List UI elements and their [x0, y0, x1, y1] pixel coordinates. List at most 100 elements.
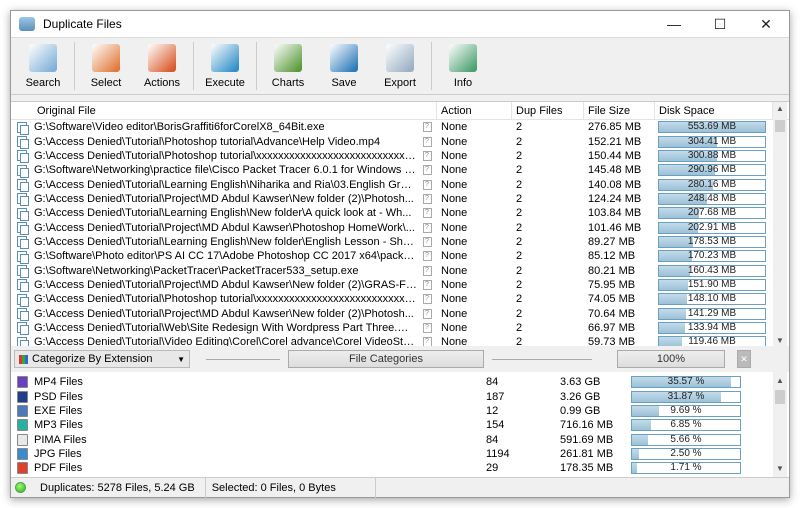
- column-action[interactable]: Action: [437, 101, 512, 120]
- table-row[interactable]: G:\Access Denied\Tutorial\Photoshop tuto…: [11, 134, 789, 150]
- action-status-icon[interactable]: ?: [422, 179, 432, 190]
- category-row[interactable]: MP3 Files 154 716.16 MB 6.85 %: [11, 418, 789, 432]
- table-row[interactable]: G:\Software\Networking\PacketTracer\Pack…: [11, 263, 789, 279]
- action[interactable]: None: [437, 265, 512, 277]
- column-original-file[interactable]: Original File: [33, 101, 437, 120]
- action-status-icon[interactable]: ?: [422, 122, 432, 133]
- action-status-icon[interactable]: ?: [422, 150, 432, 161]
- action-status-icon[interactable]: ?: [422, 236, 432, 247]
- action[interactable]: None: [437, 179, 512, 191]
- table-row[interactable]: G:\Access Denied\Tutorial\Photoshop tuto…: [11, 149, 789, 164]
- disk-space-value: 151.90 MB: [687, 278, 737, 290]
- column-dup-files[interactable]: Dup Files: [512, 101, 584, 120]
- category-count: 187: [486, 390, 505, 403]
- action[interactable]: None: [437, 322, 512, 334]
- categories-scrollbar[interactable]: ▲ ▼: [773, 372, 787, 477]
- toolbar-info-button[interactable]: Info: [435, 38, 491, 94]
- action[interactable]: None: [437, 136, 512, 148]
- action-status-icon[interactable]: ?: [422, 308, 432, 319]
- column-disk-space[interactable]: Disk Space: [655, 101, 773, 120]
- action[interactable]: None: [437, 121, 512, 133]
- toolbar-charts-button[interactable]: Charts: [260, 38, 316, 94]
- dup-files: 2: [516, 264, 523, 277]
- toolbar-select-button[interactable]: Select: [78, 38, 134, 94]
- toolbar-separator: [431, 42, 432, 90]
- action-status-icon[interactable]: ?: [422, 279, 432, 290]
- action[interactable]: None: [437, 150, 512, 162]
- action-status-icon[interactable]: ?: [422, 136, 432, 147]
- scroll-thumb[interactable]: [775, 120, 785, 132]
- toolbar-actions-button[interactable]: Actions: [134, 38, 190, 94]
- minimize-button[interactable]: —: [651, 11, 697, 37]
- disk-space-value: 133.94 MB: [687, 321, 737, 333]
- action-status-icon[interactable]: ?: [422, 322, 432, 333]
- column-file-size[interactable]: File Size: [584, 101, 655, 120]
- action[interactable]: None: [437, 336, 512, 346]
- disk-space-bar: 119.46 MB: [658, 336, 766, 346]
- file-path: G:\Access Denied\Tutorial\Photoshop tuto…: [34, 293, 417, 306]
- scroll-down-icon[interactable]: ▼: [773, 464, 787, 473]
- action-status-icon[interactable]: ?: [422, 193, 432, 204]
- table-row[interactable]: G:\Software\Video editor\BorisGraffiti6f…: [11, 120, 789, 135]
- play-icon: [211, 44, 239, 72]
- close-button[interactable]: ✕: [743, 11, 789, 37]
- close-categories-icon[interactable]: ✕: [737, 350, 751, 368]
- disk-space-bar: 280.16 MB: [658, 178, 766, 191]
- table-row[interactable]: G:\Access Denied\Tutorial\Project\MD Abd…: [11, 278, 789, 293]
- action[interactable]: None: [437, 222, 512, 234]
- action-status-icon[interactable]: ?: [422, 294, 432, 305]
- category-row[interactable]: MP4 Files 84 3.63 GB 35.57 %: [11, 375, 789, 389]
- action[interactable]: None: [437, 193, 512, 205]
- table-row[interactable]: G:\Access Denied\Tutorial\Photoshop tuto…: [11, 292, 789, 307]
- action[interactable]: None: [437, 250, 512, 262]
- action-status-icon[interactable]: ?: [422, 208, 432, 219]
- categorize-dropdown[interactable]: Categorize By Extension ▼: [14, 350, 190, 368]
- table-row[interactable]: G:\Access Denied\Tutorial\Project\MD Abd…: [11, 192, 789, 207]
- category-size: 178.35 MB: [560, 462, 614, 475]
- toolbar-save-button[interactable]: Save: [316, 38, 372, 94]
- toolbar-search-button[interactable]: Search: [15, 38, 71, 94]
- table-row[interactable]: G:\Access Denied\Tutorial\Project\MD Abd…: [11, 220, 789, 236]
- action[interactable]: None: [437, 308, 512, 320]
- category-row[interactable]: JPG Files 1194 261.81 MB 2.50 %: [11, 447, 789, 461]
- table-row[interactable]: G:\Access Denied\Tutorial\Video Editing\…: [11, 335, 789, 346]
- scroll-up-icon[interactable]: ▲: [773, 376, 787, 385]
- scroll-thumb[interactable]: [775, 390, 785, 404]
- file-list-scrollbar[interactable]: ▲ ▼: [773, 102, 787, 347]
- action-status-icon[interactable]: ?: [422, 165, 432, 176]
- category-row[interactable]: PIMA Files 84 591.69 MB 5.66 %: [11, 432, 789, 446]
- dup-files: 2: [516, 121, 523, 134]
- toolbar-export-button[interactable]: Export: [372, 38, 428, 94]
- table-row[interactable]: G:\Software\Photo editor\PS AI CC 17\Ado…: [11, 249, 789, 264]
- action[interactable]: None: [437, 164, 512, 176]
- table-row[interactable]: G:\Access Denied\Tutorial\Project\MD Abd…: [11, 306, 789, 322]
- table-row[interactable]: G:\Access Denied\Tutorial\Learning Engli…: [11, 206, 789, 221]
- toolbar-execute-button[interactable]: Execute: [197, 38, 253, 94]
- action-status-icon[interactable]: ?: [422, 222, 432, 233]
- table-row[interactable]: G:\Access Denied\Tutorial\Learning Engli…: [11, 235, 789, 250]
- action[interactable]: None: [437, 236, 512, 248]
- scroll-down-icon[interactable]: ▼: [773, 336, 787, 345]
- category-row[interactable]: PSD Files 187 3.26 GB 31.87 %: [11, 389, 789, 403]
- category-row[interactable]: EXE Files 12 0.99 GB 9.69 %: [11, 404, 789, 418]
- category-size: 3.63 GB: [560, 376, 601, 389]
- action[interactable]: None: [437, 279, 512, 291]
- action[interactable]: None: [437, 207, 512, 219]
- duplicate-file-icon: [17, 322, 29, 336]
- action-status-icon[interactable]: ?: [422, 265, 432, 276]
- duplicate-file-icon: [17, 136, 29, 150]
- file-categories-button[interactable]: File Categories: [288, 350, 484, 368]
- file-path: G:\Access Denied\Tutorial\Learning Engli…: [34, 178, 417, 191]
- scroll-up-icon[interactable]: ▲: [773, 104, 787, 113]
- action-status-icon[interactable]: ?: [422, 251, 432, 262]
- maximize-button[interactable]: ☐: [697, 11, 743, 37]
- category-row[interactable]: PDF Files 29 178.35 MB 1.71 %: [11, 461, 789, 475]
- table-row[interactable]: G:\Access Denied\Tutorial\Web\Site Redes…: [11, 321, 789, 336]
- table-row[interactable]: G:\Access Denied\Tutorial\Learning Engli…: [11, 177, 789, 193]
- categories-list: MP4 Files 84 3.63 GB 35.57 % PSD Files 1…: [11, 372, 789, 477]
- table-row[interactable]: G:\Software\Networking\practice file\Cis…: [11, 163, 789, 178]
- action[interactable]: None: [437, 293, 512, 305]
- action-status-icon[interactable]: ?: [422, 337, 432, 346]
- zoom-button[interactable]: 100%: [617, 350, 725, 368]
- category-name: EXE Files: [34, 404, 83, 417]
